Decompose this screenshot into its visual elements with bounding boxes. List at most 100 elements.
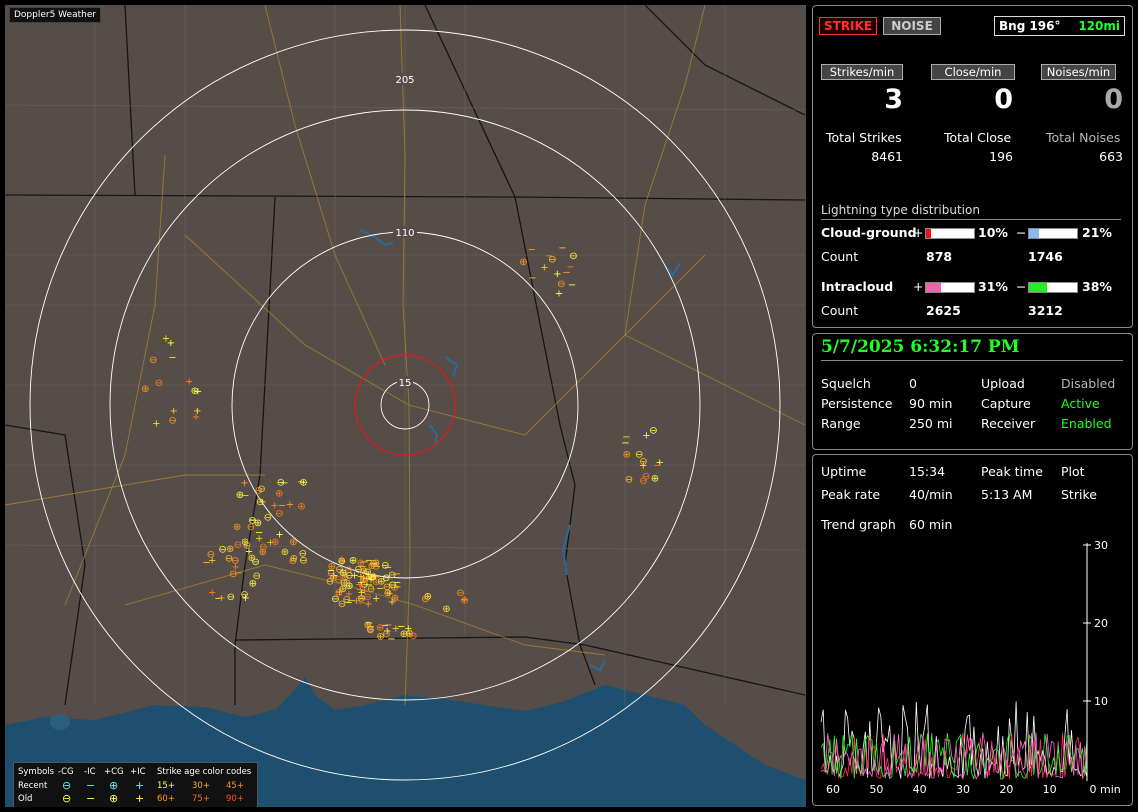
strike-marker: − (568, 280, 576, 291)
strike-marker: ⊕ (275, 489, 283, 500)
strike-marker: − (566, 262, 574, 273)
app-title: Doppler5 Weather (9, 7, 102, 23)
x-ticks: 60 50 40 30 20 10 0 min (826, 783, 1121, 796)
strike-marker: + (385, 588, 393, 599)
y-tick-label: 30 (1094, 539, 1108, 552)
strike-mode-button[interactable]: STRIKE (819, 17, 877, 35)
strikes-per-min-label: Strikes/min (821, 64, 903, 80)
squelch-label: Squelch (821, 376, 871, 391)
rivers (359, 229, 681, 672)
strike-marker: − (528, 273, 536, 284)
peak-time-value: 5:13 AM (981, 487, 1033, 502)
strike-marker: + (152, 419, 160, 430)
settings-divider (821, 360, 1123, 361)
total-strikes-label: Total Strikes (826, 130, 902, 145)
ic-minus-count: 3212 (1028, 303, 1063, 318)
ic-plus-pct: 31% (978, 279, 1008, 294)
legend-type-plus-cg: +CG (104, 767, 124, 777)
x-tick-label: 30 (956, 783, 970, 796)
y-tick-label: 10 (1094, 695, 1108, 708)
strike-marker: + (553, 269, 561, 280)
strike-marker: ⊕ (297, 501, 305, 512)
strike-marker: − (327, 566, 335, 577)
distance-value: 120mi (1078, 19, 1120, 33)
legend-old-minus-cg-icon: ⊖ (62, 792, 72, 805)
cg-plus-pct: 10% (978, 225, 1008, 240)
strike-marker: − (168, 353, 176, 364)
strike-marker: ⊖ (642, 471, 650, 482)
ring-label-middle: 110 (395, 228, 414, 239)
stats-panel: Uptime 15:34 Peak time Plot Peak rate 40… (812, 454, 1133, 806)
x-unit-label: min (1100, 783, 1121, 796)
strike-marker: − (393, 582, 401, 593)
strike-marker: + (338, 555, 346, 566)
persistence-label: Persistence (821, 396, 893, 411)
map-legend: Symbols -CG -IC +CG +IC Strike age color… (13, 762, 258, 807)
strike-marker: ⊖ (366, 624, 374, 635)
strike-marker: − (358, 562, 366, 573)
legend-recent-label: Recent (18, 781, 48, 791)
noises-per-min-label: Noises/min (1041, 64, 1116, 80)
x-tick-label: 0 (1090, 783, 1097, 796)
legend-age-30: 30+ (192, 781, 210, 791)
strike-marker: ⊖ (548, 255, 556, 266)
counter-panel: STRIKE NOISE Bng 196° 120mi Strikes/min … (812, 5, 1133, 328)
strike-marker: ⊕ (281, 547, 289, 558)
strike-marker: + (231, 562, 239, 573)
strike-marker: ⊖ (155, 378, 163, 389)
bearing-readout: Bng 196° 120mi (994, 16, 1125, 36)
legend-age-label: Strike age color codes (157, 767, 252, 777)
legend-age-90: 90+ (226, 794, 244, 804)
ic-minus-sign: − (1016, 279, 1027, 294)
strike-marker: − (558, 243, 566, 254)
strike-marker: ⊖ (251, 557, 259, 568)
strike-marker: + (642, 430, 650, 441)
strike-marker: ⊕ (651, 473, 659, 484)
trend-graph: 30 20 10 60 50 40 30 20 10 0 min (820, 539, 1121, 796)
plot-value[interactable]: Strike (1061, 487, 1097, 502)
legend-recent-minus-cg-icon: ⊖ (62, 779, 72, 792)
noise-mode-button[interactable]: NOISE (883, 17, 941, 35)
map-canvas: 205 110 15 ⊖+ +⊖−+⊖ −⊖++⊖⊕⊖⊕ −−⊖+ ⊕−⊕−+−−⊕+⊖… (5, 5, 806, 807)
strike-marker: ⊕ (368, 561, 376, 572)
strike-marker: − (202, 558, 210, 569)
strike-marker: + (286, 499, 294, 510)
x-tick-label: 50 (869, 783, 883, 796)
peak-rate-value: 40/min (909, 487, 953, 502)
total-noises-label: Total Noises (1046, 130, 1121, 145)
noises-per-min-value: 0 (1104, 84, 1123, 115)
strike-marker: + (540, 263, 548, 274)
lightning-map[interactable]: 205 110 15 ⊖ + + ⊖ − + ⊖ − ⊖ + + ⊖ ⊕ ⊖ ⊕ − − ⊖ + ⊕ − ⊕ − + − − ⊕ + ⊖… (5, 5, 806, 807)
strike-marker: ⊕ (236, 490, 244, 501)
strike-marker: ⊖ (149, 355, 157, 366)
legend-age-60: 60+ (157, 794, 175, 804)
strike-marker: + (192, 412, 200, 423)
x-tick-label: 10 (1043, 783, 1057, 796)
uptime-value: 15:34 (909, 464, 946, 479)
legend-old-plus-cg-icon: ⊕ (109, 792, 119, 805)
total-strikes-value: 8461 (871, 149, 903, 164)
receiver-value: Enabled (1061, 416, 1112, 431)
strike-marker: + (240, 478, 248, 489)
strike-marker: + (241, 593, 249, 604)
trend-lines (820, 701, 1088, 781)
strike-marker: + (372, 594, 380, 605)
strike-marker: ⊕ (226, 544, 234, 555)
y-tick-label: 20 (1094, 617, 1108, 630)
total-close-label: Total Close (944, 130, 1012, 145)
strike-marker: ⊖ (248, 516, 256, 527)
strike-marker: ⊕ (623, 450, 631, 461)
trend-graph-label: Trend graph (821, 517, 896, 532)
cg-minus-sign: − (1016, 225, 1027, 240)
plot-label: Plot (1061, 464, 1085, 479)
strike-markers: ⊖+ +⊖−+⊖ −⊖++⊖⊕⊖⊕ −−⊖+ ⊕−⊕−+−−⊕+⊖⊖−−⊖⊖++ −⊖⊕ +… (141, 243, 664, 645)
cg-plus-sign: + (913, 225, 924, 240)
strike-marker: ⊖ (639, 456, 647, 467)
legend-type-minus-ic: -IC (84, 767, 96, 777)
cloud-ground-label: Cloud-ground (821, 225, 917, 240)
current-datetime: 5/7/2025 6:32:17 PM (821, 337, 1020, 357)
strike-marker: ⊖ (569, 251, 577, 262)
ic-plus-count: 2625 (926, 303, 961, 318)
distribution-divider (821, 219, 1121, 220)
strike-marker: + (217, 593, 225, 604)
